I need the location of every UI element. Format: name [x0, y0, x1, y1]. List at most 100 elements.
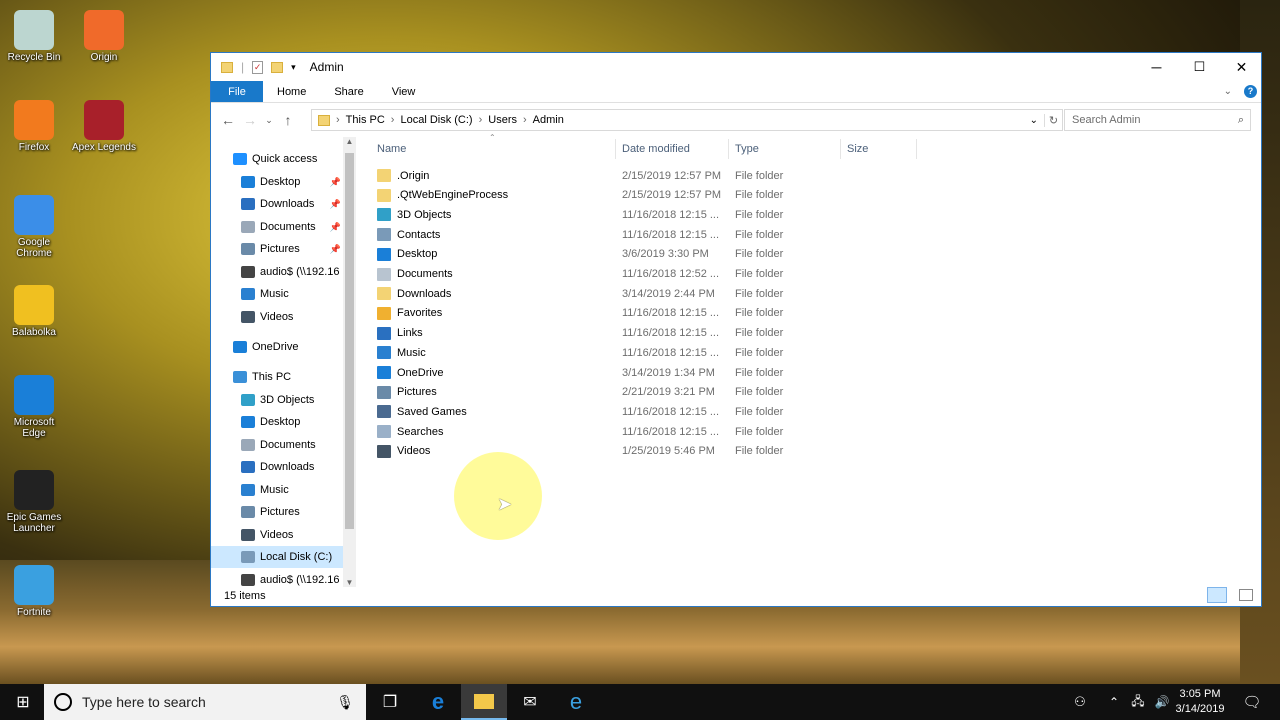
- file-row[interactable]: Favorites 11/16/2018 12:15 ... File folder: [377, 304, 917, 323]
- nav-scrollbar[interactable]: ▲ ▼: [343, 137, 356, 587]
- nav-item-pictures[interactable]: Pictures: [211, 501, 343, 523]
- task-view-icon[interactable]: ❐: [367, 684, 413, 720]
- file-row[interactable]: OneDrive 3/14/2019 1:34 PM File folder: [377, 363, 917, 382]
- breadcrumb-item[interactable]: Users: [488, 114, 517, 126]
- chevron-right-icon[interactable]: ›: [336, 114, 340, 126]
- chevron-right-icon[interactable]: ›: [523, 114, 527, 126]
- nav-item-quick-access[interactable]: Quick access: [211, 148, 343, 170]
- large-icons-view-button[interactable]: [1239, 589, 1253, 601]
- nav-item-music[interactable]: Music: [211, 479, 343, 501]
- file-row[interactable]: Music 11/16/2018 12:15 ... File folder: [377, 343, 917, 362]
- clock[interactable]: 3:05 PM 3/14/2019: [1172, 687, 1228, 717]
- nav-item-audio-192-16[interactable]: audio$ (\\192.16: [211, 569, 343, 591]
- desktop-icon-origin[interactable]: Origin: [72, 10, 136, 63]
- file-type: File folder: [735, 287, 784, 300]
- back-button[interactable]: ←: [217, 112, 239, 128]
- tab-share[interactable]: Share: [320, 81, 377, 102]
- tab-view[interactable]: View: [378, 81, 430, 102]
- desktop-icon-apex-legends[interactable]: Apex Legends: [72, 100, 136, 153]
- nav-item-onedrive[interactable]: OneDrive: [211, 336, 343, 358]
- mail-taskbar-icon[interactable]: ✉: [507, 684, 553, 720]
- column-date-modified[interactable]: Date modified: [616, 139, 729, 159]
- nav-item-3d-objects[interactable]: 3D Objects: [211, 389, 343, 411]
- nav-item-documents[interactable]: Documents 📌: [211, 216, 343, 238]
- start-button[interactable]: ⊞: [0, 684, 46, 720]
- file-row[interactable]: Documents 11/16/2018 12:52 ... File folder: [377, 265, 917, 284]
- file-row[interactable]: Saved Games 11/16/2018 12:15 ... File fold…: [377, 402, 917, 421]
- forward-button[interactable]: →: [239, 112, 261, 128]
- volume-icon[interactable]: 🔊: [1150, 684, 1174, 720]
- column-name[interactable]: Name: [371, 139, 616, 159]
- file-row[interactable]: Videos 1/25/2019 5:46 PM File folder: [377, 442, 917, 461]
- nav-item-audio-192-16[interactable]: audio$ (\\192.16: [211, 261, 343, 283]
- desktop-icon-firefox[interactable]: Firefox: [2, 100, 66, 153]
- desktop-icon-balabolka[interactable]: Balabolka: [2, 285, 66, 338]
- network-icon[interactable]: 🖧: [1126, 684, 1150, 720]
- properties-icon[interactable]: ✓: [252, 60, 264, 74]
- desktop-icon-microsoft-edge[interactable]: Microsoft Edge: [2, 375, 66, 439]
- file-name: Documents: [397, 268, 453, 280]
- breadcrumb: › This PC › Local Disk (C:) › Users › Admin: [336, 114, 564, 126]
- tab-file[interactable]: File: [211, 81, 263, 102]
- file-row[interactable]: .QtWebEngineProcess 2/15/2019 12:57 PM Fil…: [377, 186, 917, 205]
- nav-item-this-pc[interactable]: This PC: [211, 366, 343, 388]
- sort-ascending-icon: ⌃: [489, 133, 496, 142]
- breadcrumb-item[interactable]: This PC: [346, 114, 385, 126]
- nav-item-downloads[interactable]: Downloads 📌: [211, 193, 343, 215]
- desktop-icon-google-chrome[interactable]: Google Chrome: [2, 195, 66, 259]
- recent-locations-button[interactable]: ⌄: [261, 115, 277, 126]
- refresh-icon[interactable]: ↻: [1044, 113, 1062, 127]
- maximize-button[interactable]: ☐: [1178, 53, 1221, 81]
- desktop-icon-recycle-bin[interactable]: Recycle Bin: [2, 10, 66, 63]
- address-dropdown-icon[interactable]: ⌄: [1030, 115, 1038, 126]
- file-row[interactable]: Contacts 11/16/2018 12:15 ... File folder: [377, 225, 917, 244]
- taskbar-search-box[interactable]: Type here to search 🎙: [44, 684, 366, 720]
- file-row[interactable]: Links 11/16/2018 12:15 ... File folder: [377, 324, 917, 343]
- new-folder-icon[interactable]: [271, 61, 284, 73]
- nav-item-videos[interactable]: Videos: [211, 306, 343, 328]
- file-row[interactable]: 3D Objects 11/16/2018 12:15 ... File folde…: [377, 205, 917, 224]
- internet-explorer-taskbar-icon[interactable]: e: [553, 684, 599, 720]
- file-explorer-taskbar-icon[interactable]: [461, 684, 507, 720]
- action-center-icon[interactable]: 🗨: [1232, 684, 1272, 720]
- column-type[interactable]: Type: [729, 139, 841, 159]
- chevron-right-icon[interactable]: ›: [391, 114, 395, 126]
- people-icon[interactable]: ⚇: [1060, 684, 1100, 720]
- chevron-right-icon[interactable]: ›: [479, 114, 483, 126]
- tab-home[interactable]: Home: [263, 81, 320, 102]
- details-view-button[interactable]: [1207, 587, 1227, 603]
- nav-item-pictures[interactable]: Pictures 📌: [211, 238, 343, 260]
- nav-item-downloads[interactable]: Downloads: [211, 456, 343, 478]
- minimize-button[interactable]: ─: [1135, 53, 1178, 81]
- desktop-icon-fortnite[interactable]: Fortnite: [2, 565, 66, 618]
- desktop-icon-epic-games-launcher[interactable]: Epic Games Launcher: [2, 470, 66, 534]
- breadcrumb-item[interactable]: Local Disk (C:): [400, 114, 472, 126]
- customize-toolbar-icon[interactable]: ▾: [291, 62, 296, 73]
- close-button[interactable]: ✕: [1220, 53, 1263, 81]
- file-row[interactable]: Desktop 3/6/2019 3:30 PM File folder: [377, 245, 917, 264]
- nav-item-videos[interactable]: Videos: [211, 524, 343, 546]
- expand-ribbon-icon[interactable]: ⌄: [1224, 86, 1232, 97]
- scrollbar-thumb[interactable]: [345, 153, 354, 529]
- file-row[interactable]: Downloads 3/14/2019 2:44 PM File folder: [377, 284, 917, 303]
- help-icon[interactable]: ?: [1244, 85, 1257, 98]
- status-bar-item-count: 15 items: [224, 590, 266, 602]
- nav-item-local-disk-c[interactable]: Local Disk (C:): [211, 546, 343, 568]
- nav-item-desktop[interactable]: Desktop 📌: [211, 171, 343, 193]
- file-row[interactable]: Pictures 2/21/2019 3:21 PM File folder: [377, 383, 917, 402]
- breadcrumb-item[interactable]: Admin: [533, 114, 564, 126]
- nav-item-documents[interactable]: Documents: [211, 434, 343, 456]
- nav-item-music[interactable]: Music: [211, 283, 343, 305]
- file-row[interactable]: Searches 11/16/2018 12:15 ... File folder: [377, 422, 917, 441]
- file-type: File folder: [735, 346, 784, 359]
- microphone-icon[interactable]: 🎙: [336, 694, 354, 711]
- edge-taskbar-icon[interactable]: e: [415, 684, 461, 720]
- up-button[interactable]: ↑: [277, 112, 299, 128]
- column-size[interactable]: Size: [841, 139, 917, 159]
- file-row[interactable]: .Origin 2/15/2019 12:57 PM File folder: [377, 166, 917, 185]
- search-input[interactable]: Search Admin ⌕: [1064, 109, 1251, 131]
- title-bar[interactable]: | ✓ ▾ Admin: [211, 53, 1261, 81]
- nav-item-desktop[interactable]: Desktop: [211, 411, 343, 433]
- show-hidden-icons[interactable]: ⌃: [1100, 684, 1128, 720]
- address-bar[interactable]: › This PC › Local Disk (C:) › Users › Admin ⌄ ↻: [311, 109, 1063, 131]
